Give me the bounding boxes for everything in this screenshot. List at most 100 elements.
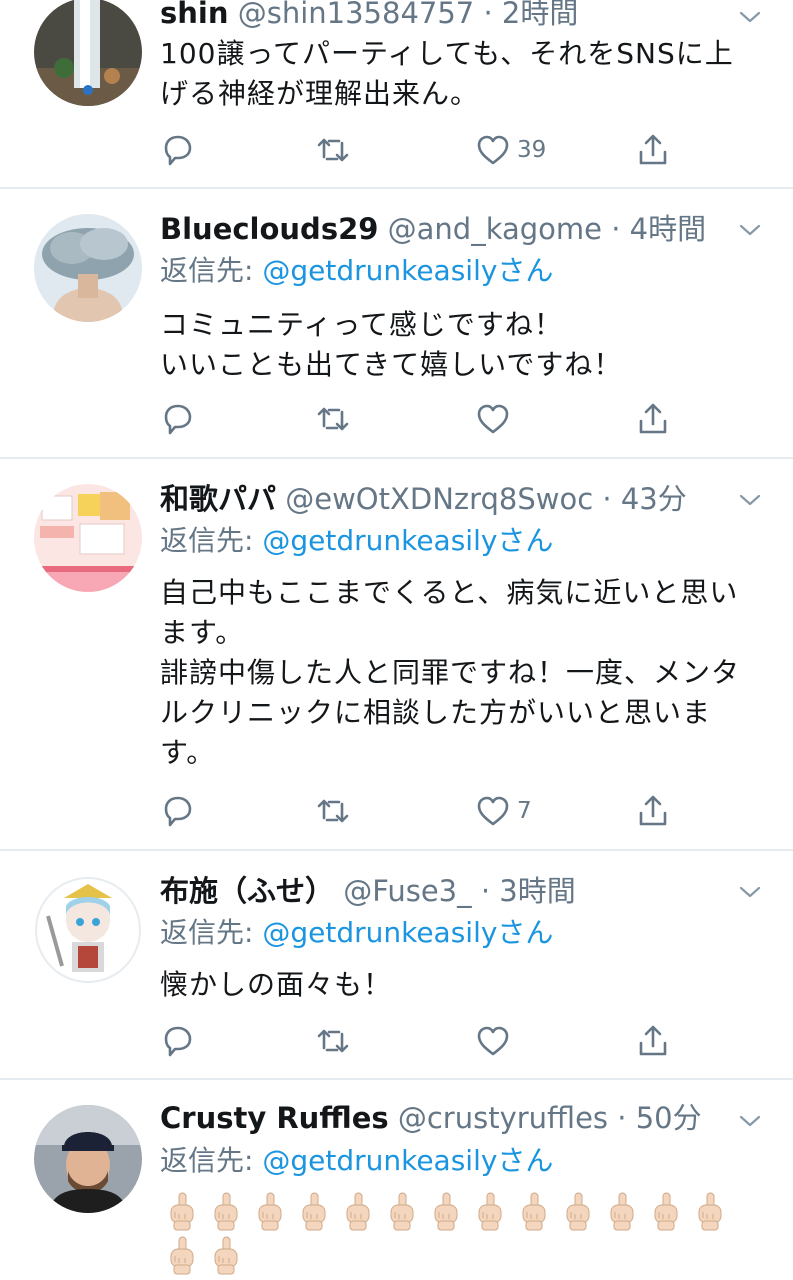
tweet-text-line: ます。: [160, 616, 245, 649]
share-button[interactable]: [635, 791, 671, 831]
middle-finger-emoji: [512, 1190, 556, 1234]
avatar[interactable]: [34, 876, 142, 984]
share-icon: [639, 795, 667, 826]
tweet-header: 布施（ふせ） @Fuse3_ · 3時間: [160, 871, 723, 911]
middle-finger-emoji: [160, 1234, 204, 1278]
tweet-4[interactable]: 布施（ふせ） @Fuse3_ · 3時間 返信先: @getdrunkeasil…: [0, 851, 793, 1078]
avatar[interactable]: [34, 1105, 142, 1213]
share-button[interactable]: [635, 399, 671, 439]
timestamp[interactable]: 50分: [636, 1101, 702, 1135]
retweet-icon: [317, 138, 349, 162]
chevron-down-icon[interactable]: [737, 879, 763, 905]
reply-label: 返信先:: [160, 524, 263, 557]
man-in-cap-avatar: [34, 1105, 142, 1213]
like-button[interactable]: 7: [475, 791, 532, 831]
share-icon: [639, 1025, 667, 1056]
chevron-down-icon[interactable]: [737, 217, 763, 243]
display-name[interactable]: Blueclouds29: [160, 212, 378, 246]
avatar[interactable]: [34, 214, 142, 322]
reply-context: 返信先: @getdrunkeasilyさん: [160, 913, 553, 953]
like-icon: [477, 796, 509, 826]
timestamp[interactable]: 4時間: [630, 212, 706, 246]
tweet-1[interactable]: shin @shin13584757 · 2時間 100譲ってパーティしても、そ…: [0, 0, 793, 187]
middle-finger-emoji: [292, 1190, 336, 1234]
timestamp[interactable]: 2時間: [502, 0, 578, 30]
like-count: 39: [517, 137, 547, 163]
like-count: 7: [517, 798, 532, 824]
display-name[interactable]: shin: [160, 0, 229, 30]
reply-icon: [164, 796, 192, 827]
mention-link[interactable]: @getdrunkeasilyさん: [262, 254, 553, 287]
chevron-down-icon[interactable]: [737, 487, 763, 513]
tweet-text: コミュニティって感じですね！ いいことも出てきて嬉しいですね！: [160, 305, 765, 385]
reply-label: 返信先:: [160, 916, 263, 949]
reply-button[interactable]: [160, 791, 196, 831]
chevron-down-icon[interactable]: [737, 1108, 763, 1134]
separator-dot: ·: [474, 0, 502, 30]
tweet-header: shin @shin13584757 · 2時間: [160, 0, 723, 33]
tweet-header: Crusty Ruffles @crustyruffles · 50分: [160, 1098, 723, 1138]
tweet-3[interactable]: 和歌パパ @ewOtXDNzrq8Swoc · 43分 返信先: @getdru…: [0, 459, 793, 849]
display-name[interactable]: 布施（ふせ）: [160, 874, 334, 908]
tweet-text-line: 100譲ってパーティしても、それをSNSに上: [160, 37, 734, 70]
reply-button[interactable]: [160, 399, 196, 439]
middle-finger-emoji: [160, 1190, 204, 1234]
user-handle[interactable]: @and_kagome: [388, 212, 602, 246]
tweet-text: 100譲ってパーティしても、それをSNSに上 げる神経が理解出来ん。: [160, 34, 765, 114]
separator-dot: ·: [471, 874, 500, 908]
like-icon: [477, 135, 509, 165]
mention-link[interactable]: @getdrunkeasilyさん: [262, 1144, 553, 1177]
user-handle[interactable]: @shin13584757: [238, 0, 475, 30]
reply-context: 返信先: @getdrunkeasilyさん: [160, 521, 553, 561]
middle-finger-emoji: [424, 1190, 468, 1234]
middle-finger-emoji: [204, 1234, 248, 1278]
timestamp[interactable]: 3時間: [499, 874, 575, 908]
tweet-text: 自己中もここまでくると、病気に近いと思い ます。 誹謗中傷した人と同罪ですね！一…: [160, 573, 765, 773]
tweet-text-line: 懐かしの面々も！: [160, 968, 393, 1001]
waterfall-avatar: [34, 0, 142, 106]
mention-link[interactable]: @getdrunkeasilyさん: [262, 524, 553, 557]
tweet-5[interactable]: Crusty Ruffles @crustyruffles · 50分 返信先:…: [0, 1080, 793, 1280]
reply-label: 返信先:: [160, 254, 263, 287]
like-button[interactable]: [475, 399, 517, 439]
share-icon: [639, 403, 667, 434]
display-name[interactable]: 和歌パパ: [160, 482, 276, 516]
middle-finger-emoji: [688, 1190, 732, 1234]
mention-link[interactable]: @getdrunkeasilyさん: [262, 916, 553, 949]
tweet-actions: [160, 1021, 720, 1061]
avatar[interactable]: [34, 0, 142, 106]
avatar[interactable]: [34, 484, 142, 592]
retweet-button[interactable]: [315, 130, 351, 170]
middle-finger-emoji: [644, 1190, 688, 1234]
middle-finger-emoji: [248, 1190, 292, 1234]
chevron-down-icon[interactable]: [737, 4, 763, 30]
separator-dot: ·: [602, 212, 630, 246]
like-button[interactable]: 39: [475, 130, 546, 170]
separator-dot: ·: [593, 482, 621, 516]
tweet-text-line: す。: [160, 736, 216, 769]
tweet-text-line: げる神経が理解出来ん。: [160, 77, 480, 110]
share-button[interactable]: [635, 130, 671, 170]
timestamp[interactable]: 43分: [621, 482, 687, 516]
anime-character-avatar: [34, 876, 142, 984]
separator-dot: ·: [608, 1101, 636, 1135]
reply-icon: [164, 135, 192, 166]
tweet-text-line: ルクリニックに相談した方がいいと思いま: [160, 696, 712, 729]
tweet-2[interactable]: Blueclouds29 @and_kagome · 4時間 返信先: @get…: [0, 189, 793, 457]
user-handle[interactable]: @ewOtXDNzrq8Swoc: [285, 482, 593, 516]
display-name[interactable]: Crusty Ruffles: [160, 1101, 389, 1135]
user-handle[interactable]: @crustyruffles: [398, 1101, 608, 1135]
reply-button[interactable]: [160, 130, 196, 170]
retweet-button[interactable]: [315, 1021, 351, 1061]
reply-icon: [164, 404, 192, 435]
retweet-button[interactable]: [315, 399, 351, 439]
cloud-avatar: [34, 214, 142, 322]
like-button[interactable]: [475, 1021, 517, 1061]
share-icon: [639, 134, 667, 165]
reply-button[interactable]: [160, 1021, 196, 1061]
tweet-text-line: コミュニティって感じですね！: [160, 308, 563, 341]
retweet-button[interactable]: [315, 791, 351, 831]
middle-finger-emoji: [468, 1190, 512, 1234]
user-handle[interactable]: @Fuse3_: [343, 874, 471, 908]
share-button[interactable]: [635, 1021, 671, 1061]
